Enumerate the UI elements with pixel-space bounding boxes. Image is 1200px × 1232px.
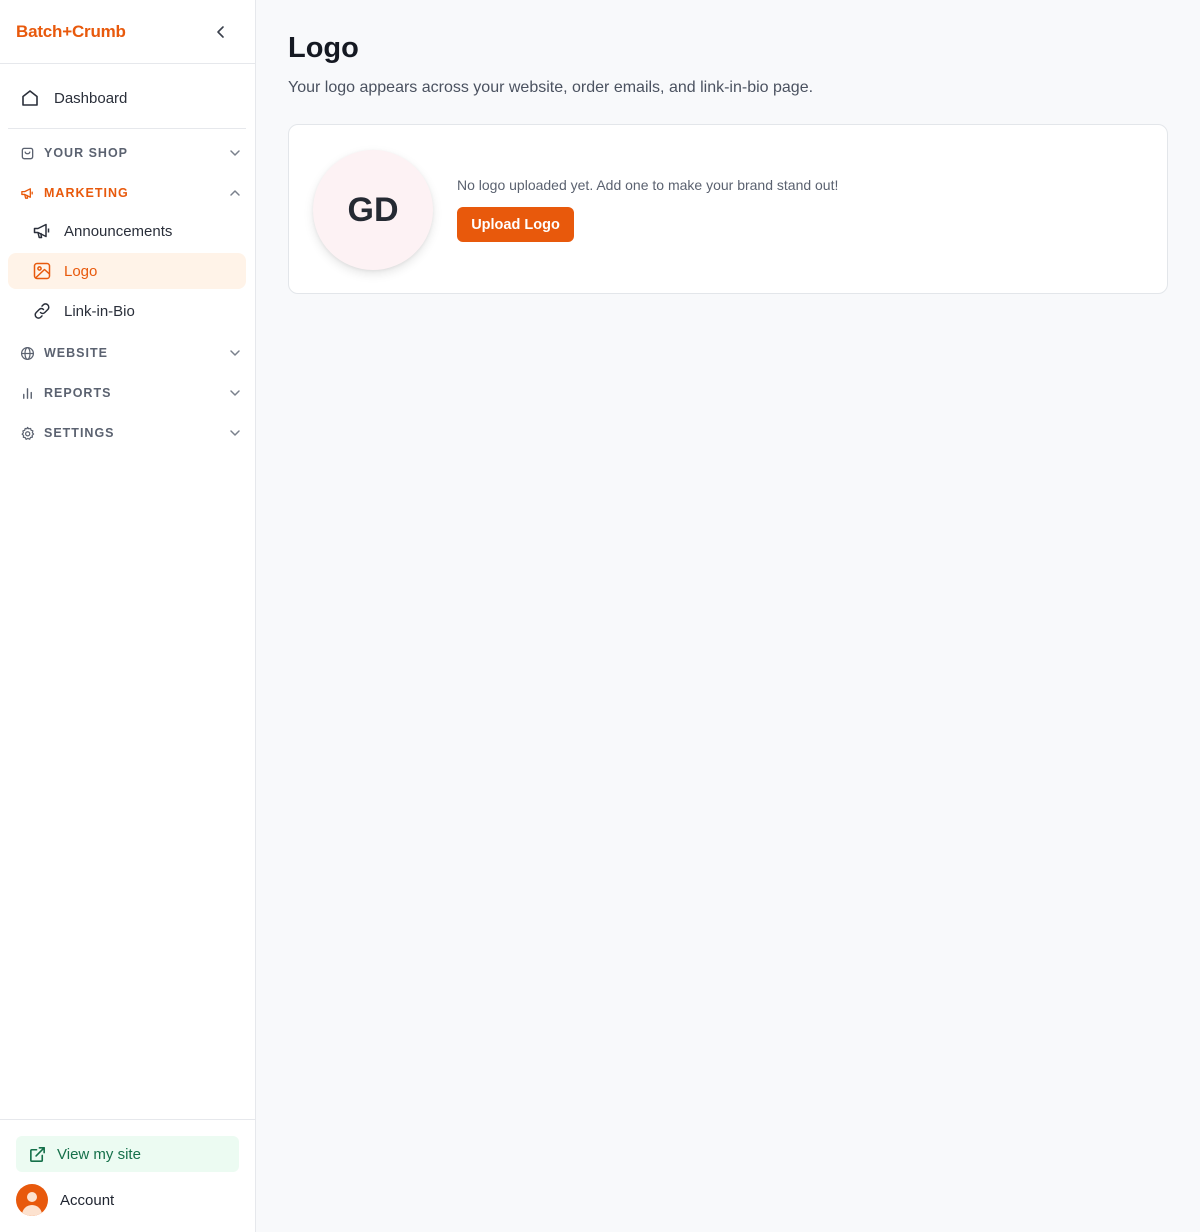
section-label: SETTINGS <box>44 426 115 440</box>
page-subtitle: Your logo appears across your website, o… <box>288 79 814 96</box>
sidebar-item-announcements[interactable]: Announcements <box>8 213 246 249</box>
upload-logo-button[interactable]: Upload Logo <box>457 207 574 242</box>
section-label: MARKETING <box>44 186 129 200</box>
gear-icon <box>21 426 35 440</box>
chevron-down-icon <box>230 350 240 356</box>
sidebar-item-label: Announcements <box>64 222 173 240</box>
sidebar-divider <box>8 128 246 129</box>
home-icon <box>22 90 38 106</box>
image-icon <box>33 262 51 280</box>
chevron-down-icon <box>230 150 240 156</box>
globe-icon <box>20 346 35 360</box>
sidebar-item-dashboard[interactable]: Dashboard <box>8 76 246 120</box>
sidebar-item-label: Dashboard <box>54 89 128 107</box>
sidebar-item-link-in-bio[interactable]: Link-in-Bio <box>8 293 246 329</box>
chevron-left-icon <box>217 25 224 38</box>
logo-card: GD No logo uploaded yet. Add one to make… <box>288 124 1168 294</box>
collapse-sidebar-button[interactable] <box>211 22 231 42</box>
sidebar-item-label: Logo <box>64 262 98 280</box>
view-site-label: View my site <box>57 1145 141 1163</box>
sidebar-header: Batch+Crumb <box>0 0 255 64</box>
megaphone-icon <box>33 223 50 239</box>
sidebar-section-your-shop[interactable]: YOUR SHOP <box>8 137 248 169</box>
external-link-icon <box>30 1146 45 1162</box>
account-menu[interactable]: Account <box>16 1184 114 1216</box>
sidebar-section-settings[interactable]: SETTINGS <box>8 417 248 449</box>
logo-placeholder: GD <box>313 150 433 270</box>
sidebar-footer-divider <box>0 1119 255 1120</box>
sidebar-section-reports[interactable]: REPORTS <box>8 377 248 409</box>
main-content: Logo Your logo appears across your websi… <box>256 0 1200 1232</box>
megaphone-icon <box>21 187 33 199</box>
sidebar-section-website[interactable]: WEBSITE <box>8 337 248 369</box>
no-logo-message: No logo uploaded yet. Add one to make yo… <box>457 177 839 193</box>
bar-chart-icon <box>23 387 32 399</box>
sidebar-item-logo[interactable]: Logo <box>8 253 246 289</box>
page-title: Logo <box>288 32 359 64</box>
section-label: REPORTS <box>44 386 112 400</box>
sidebar: Batch+Crumb Dashboard YOUR SHOP MARKETIN… <box>0 0 256 1232</box>
sidebar-section-marketing[interactable]: MARKETING <box>8 177 248 209</box>
brand-logo[interactable]: Batch+Crumb <box>16 22 126 42</box>
link-icon <box>34 303 50 319</box>
chevron-down-icon <box>230 390 240 396</box>
shopping-bag-icon <box>21 147 34 159</box>
chevron-up-icon <box>230 190 240 196</box>
avatar <box>16 1184 48 1216</box>
sidebar-item-label: Link-in-Bio <box>64 302 135 320</box>
view-my-site-button[interactable]: View my site <box>16 1136 239 1172</box>
chevron-down-icon <box>230 430 240 436</box>
account-label: Account <box>60 1191 115 1209</box>
section-label: WEBSITE <box>44 346 108 360</box>
section-label: YOUR SHOP <box>44 146 129 160</box>
